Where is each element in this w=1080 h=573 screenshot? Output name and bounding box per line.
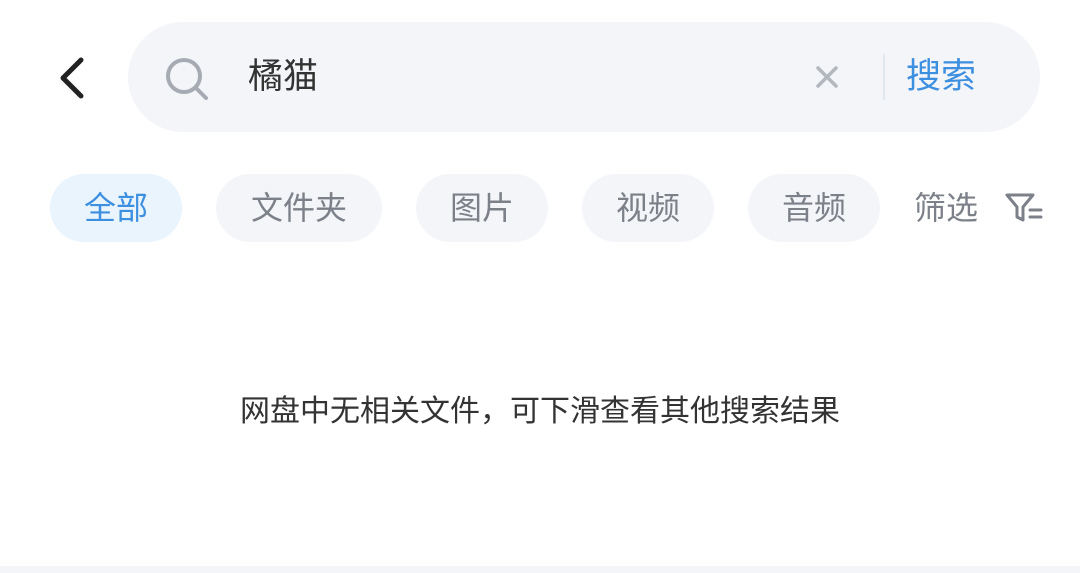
bottom-divider — [0, 566, 1080, 573]
tab-folder[interactable]: 文件夹 — [216, 174, 382, 242]
filter-icon[interactable] — [1004, 190, 1044, 226]
chevron-left-icon — [60, 57, 84, 99]
search-divider — [883, 54, 885, 100]
back-button[interactable] — [46, 50, 98, 106]
search-icon — [166, 58, 208, 100]
tab-image[interactable]: 图片 — [416, 174, 548, 242]
search-input[interactable] — [248, 48, 808, 106]
empty-result-message: 网盘中无相关文件，可下滑查看其他搜索结果 — [240, 394, 840, 429]
tab-video[interactable]: 视频 — [582, 174, 714, 242]
search-button[interactable]: 搜索 — [906, 50, 976, 104]
close-icon[interactable] — [812, 62, 842, 92]
filter-button-label[interactable]: 筛选 — [914, 174, 978, 242]
search-bar: 搜索 — [128, 22, 1040, 132]
filter-tabs: 全部 文件夹 图片 视频 音频 筛选 — [0, 174, 1080, 242]
tab-all[interactable]: 全部 — [50, 174, 182, 242]
tab-audio[interactable]: 音频 — [748, 174, 880, 242]
